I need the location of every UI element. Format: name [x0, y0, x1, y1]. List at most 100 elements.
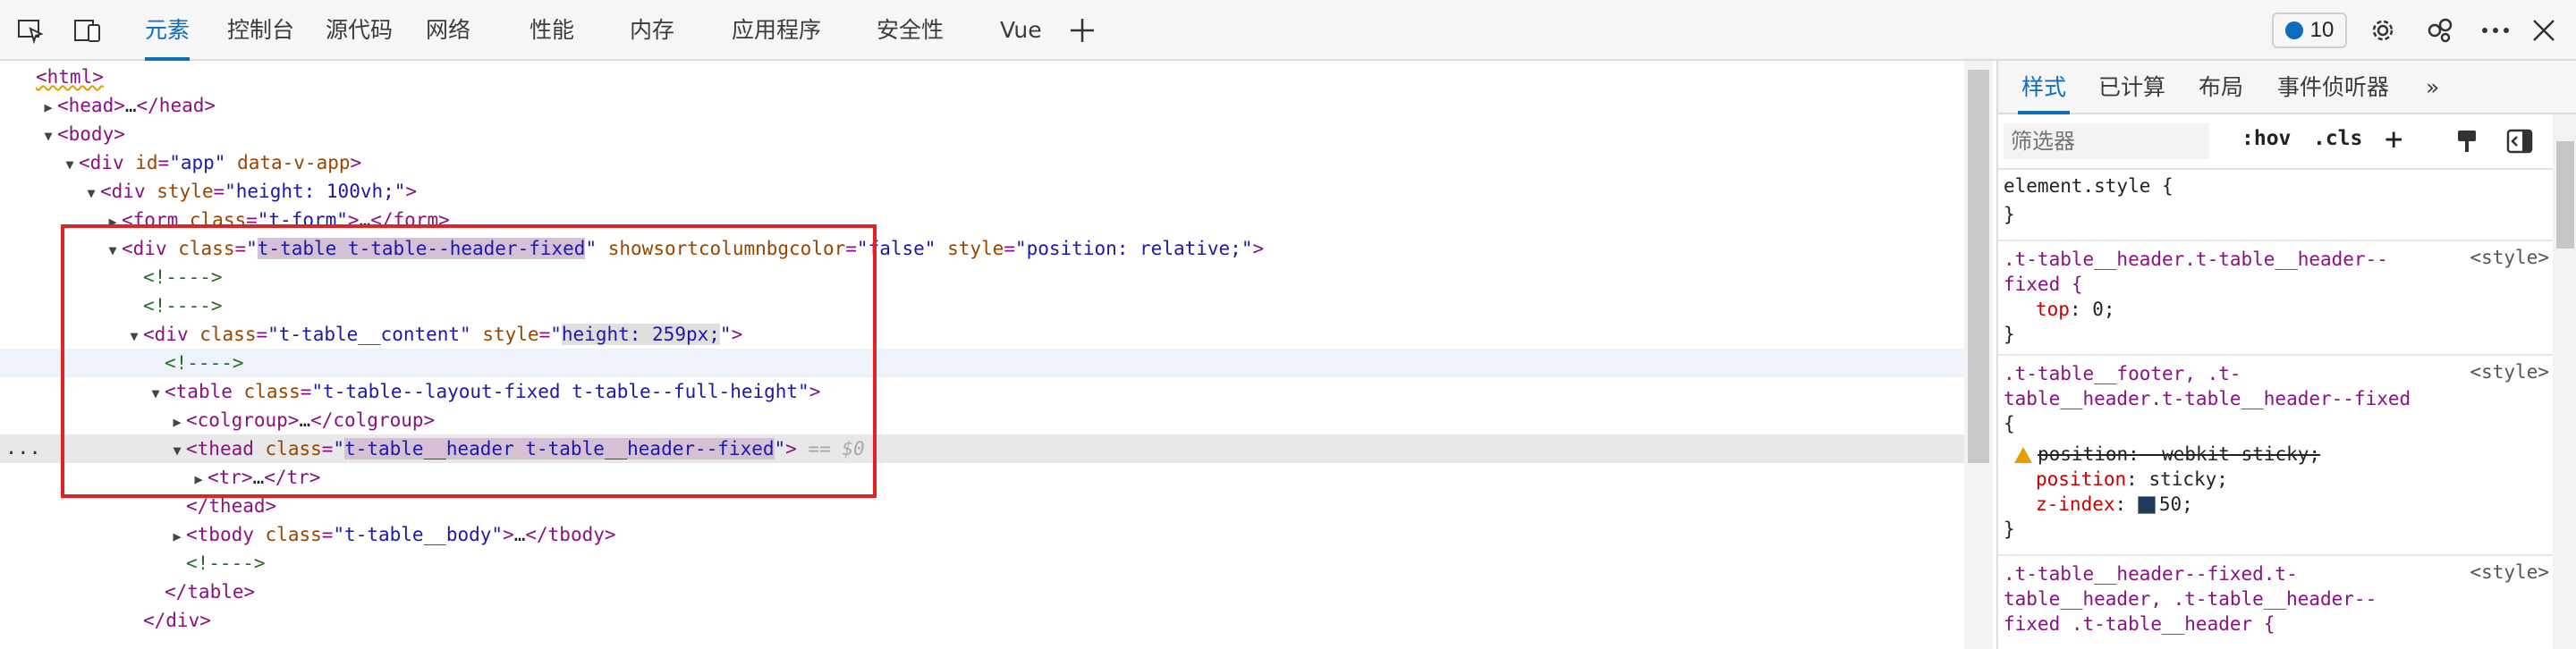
rule-selector: fixed .t-table__header { [2004, 613, 2275, 635]
dom-node-div-close[interactable]: </div> [0, 606, 1968, 635]
dom-node-div-style[interactable]: ▼ <div style="height: 100vh;"> [0, 177, 1968, 206]
tag-head-close: </head> [136, 95, 216, 116]
node-actions-ellipsis[interactable]: ... [5, 434, 41, 463]
style-rule-element[interactable]: element.style { } [1998, 170, 2553, 241]
dom-node-table-close[interactable]: </table> [0, 577, 1968, 606]
dom-node-comment[interactable]: <!----> [0, 349, 1968, 377]
dom-node-thead-selected[interactable]: ... ▼ <thead class="t-table__header t-tabl… [0, 434, 1968, 463]
collapse-triangle-icon[interactable]: ▼ [82, 179, 100, 207]
attr-name: id [135, 152, 158, 173]
rule-source-link[interactable]: <style> [2470, 247, 2549, 268]
style-rule-header-fixed[interactable]: .t-table__header--fixed.t- <style> table… [1998, 556, 2553, 649]
attr-name: data-v-app [237, 152, 351, 173]
rule-source-link[interactable]: <style> [2470, 361, 2549, 383]
collapse-triangle-icon[interactable]: ▼ [61, 150, 79, 179]
dom-node-thead-close[interactable]: </thead> [0, 492, 1968, 520]
rule-close: } [2004, 324, 2015, 345]
stacking-context-icon[interactable] [2137, 496, 2156, 514]
tag-head: <head> [57, 95, 125, 116]
tab-application[interactable]: 应用程序 [732, 0, 821, 61]
inspect-icon[interactable] [14, 14, 47, 46]
dom-node-comment[interactable]: <!----> [0, 291, 1968, 320]
dom-node-div-content[interactable]: ▼ <div class="t-table__content" style="he… [0, 320, 1968, 349]
selected-node-marker: == $0 [796, 438, 865, 459]
add-tab-icon[interactable] [1066, 14, 1098, 46]
collapse-triangle-icon[interactable]: ▼ [39, 122, 57, 150]
tab-memory[interactable]: 内存 [630, 0, 674, 61]
rule-close: } [2004, 518, 2015, 540]
tag-body: <body> [57, 123, 125, 145]
dom-node-tbody[interactable]: ▶ <tbody class="t-table__body">…</tbody> [0, 520, 1968, 549]
dom-node-head[interactable]: ▶ <head>…</head> [0, 91, 1968, 120]
devtools-toolbar: 元素 控制台 源代码 网络 性能 内存 应用程序 安全性 Vue 10 [0, 0, 2576, 61]
rule-selector: element.style { [2004, 175, 2174, 197]
collapse-triangle-icon[interactable]: ▼ [125, 322, 143, 350]
toggle-sidebar-icon[interactable] [2506, 129, 2533, 158]
tag-html: <html> [36, 66, 104, 88]
expand-triangle-icon[interactable]: ▶ [168, 408, 186, 436]
tab-layout[interactable]: 布局 [2199, 61, 2243, 114]
tab-computed[interactable]: 已计算 [2098, 61, 2165, 114]
dom-node-div-t-table[interactable]: ▼ <div class="t-table t-table--header-fix… [0, 234, 1968, 263]
tab-elements[interactable]: 元素 [145, 0, 191, 61]
tab-console[interactable]: 控制台 [227, 0, 294, 61]
expand-triangle-icon[interactable]: ▶ [190, 465, 208, 493]
dom-tree: <html> ▶ <head>…</head> ▼ <body> ▼ <div id=… [0, 61, 1968, 649]
styles-pane: 样式 已计算 布局 事件侦听器 » :hov .cls + element.st… [1996, 61, 2576, 649]
more-icon[interactable] [2479, 14, 2512, 46]
rule-source-link[interactable]: <style> [2470, 561, 2549, 583]
more-tabs-icon[interactable]: » [2426, 61, 2439, 114]
connect-icon[interactable] [2424, 14, 2456, 46]
dom-node-comment[interactable]: <!----> [0, 549, 1968, 577]
styles-scroll-thumb[interactable] [2556, 141, 2574, 249]
collapse-triangle-icon[interactable]: ▼ [147, 379, 165, 408]
rule-selector: table__header, .t-table__header-- [2004, 588, 2377, 610]
styles-filter-bar: :hov .cls + [1998, 114, 2576, 170]
tag-name: div [89, 152, 124, 173]
style-rule-sticky[interactable]: .t-table__footer, .t- <style> table__hea… [1998, 356, 2553, 556]
tab-vue[interactable]: Vue [1000, 0, 1042, 61]
declaration-overridden[interactable]: position: -webkit-sticky; [2014, 442, 2320, 467]
style-rule-header-fixed-top[interactable]: .t-table__header.t-table__header-- <styl… [1998, 241, 2553, 356]
declaration-position[interactable]: position: sticky; [2036, 467, 2228, 492]
declaration-top[interactable]: top: 0; [2036, 297, 2115, 322]
declaration-z-index[interactable]: z-index: 50; [2036, 492, 2193, 517]
close-icon[interactable] [2528, 14, 2560, 46]
issues-icon [2284, 21, 2303, 39]
rule-selector: .t-table__header--fixed.t- [2004, 563, 2298, 585]
tab-styles[interactable]: 样式 [2017, 61, 2071, 114]
settings-icon[interactable] [2367, 14, 2399, 46]
styles-filter-input[interactable] [2004, 123, 2209, 159]
issues-badge[interactable]: 10 [2272, 13, 2347, 48]
expand-triangle-icon[interactable]: ▶ [39, 93, 57, 122]
dom-node-div-app[interactable]: ▼ <div id="app" data-v-app> [0, 148, 1968, 177]
expand-triangle-icon[interactable]: ▶ [168, 522, 186, 551]
dom-tree-scroll-thumb[interactable] [1968, 70, 1989, 463]
warning-icon [2014, 447, 2032, 463]
paint-bucket-icon[interactable] [2454, 129, 2479, 160]
dom-node-tr[interactable]: ▶ <tr>…</tr> [0, 463, 1968, 492]
new-style-rule-icon[interactable]: + [2385, 122, 2402, 157]
dom-node-colgroup[interactable]: ▶ <colgroup>…</colgroup> [0, 406, 1968, 434]
issues-count: 10 [2309, 18, 2334, 42]
class-toggle[interactable]: .cls [2313, 127, 2362, 150]
hover-state-toggle[interactable]: :hov [2241, 127, 2291, 150]
dom-node-table[interactable]: ▼ <table class="t-table--layout-fixed t-t… [0, 377, 1968, 406]
dom-node-comment[interactable]: <!----> [0, 263, 1968, 291]
rule-selector: .t-table__header.t-table__header-- [2004, 249, 2388, 270]
styles-pane-tabs: 样式 已计算 布局 事件侦听器 » [1998, 61, 2576, 114]
tab-performance[interactable]: 性能 [530, 0, 574, 61]
device-toolbar-icon[interactable] [72, 14, 104, 46]
collapse-triangle-icon[interactable]: ▼ [104, 236, 122, 265]
tab-event-listeners[interactable]: 事件侦听器 [2277, 61, 2389, 114]
tab-network[interactable]: 网络 [426, 0, 470, 61]
collapse-triangle-icon[interactable]: ▼ [168, 436, 186, 465]
dom-node-form[interactable]: ▶ <form class="t-form">…</form> [0, 206, 1968, 234]
expand-triangle-icon[interactable]: ▶ [104, 207, 122, 236]
rule-open: { [2004, 413, 2015, 434]
collapsed-ellipsis: … [124, 95, 137, 116]
dom-node-body[interactable]: ▼ <body> [0, 120, 1968, 148]
tab-security[interactable]: 安全性 [877, 0, 944, 61]
tab-sources[interactable]: 源代码 [326, 0, 393, 61]
dom-node-html[interactable]: <html> [0, 63, 1968, 91]
